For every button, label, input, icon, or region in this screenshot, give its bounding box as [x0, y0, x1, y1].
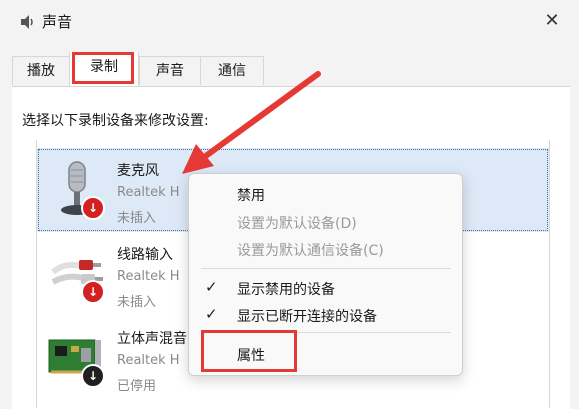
device-status: 已停用	[117, 379, 157, 394]
disconnected-badge-icon: ↓	[81, 280, 105, 304]
menu-item-label: 显示禁用的设备	[237, 282, 335, 298]
tab-communications[interactable]: 通信	[200, 56, 264, 85]
device-vendor: Realtek H	[117, 185, 180, 200]
device-name: 线路输入	[117, 247, 173, 263]
menu-item-show-disconnected[interactable]: ✓ 显示已断开连接的设备	[189, 301, 462, 329]
context-menu: 禁用 设置为默认设备(D) 设置为默认通信设备(C) ✓ 显示禁用的设备 ✓ 显…	[188, 173, 463, 376]
device-vendor: Realtek H	[117, 269, 180, 284]
disconnected-badge-icon: ↓	[81, 196, 105, 220]
checkmark-icon: ✓	[205, 305, 218, 323]
menu-separator	[201, 268, 451, 269]
tab-highlight-box	[72, 52, 134, 84]
disabled-badge-icon: ↓	[81, 364, 105, 388]
instruction-text: 选择以下录制设备来修改设置:	[22, 113, 209, 129]
device-status: 未插入	[117, 295, 157, 310]
device-vendor: Realtek H	[117, 353, 180, 368]
properties-highlight-box	[201, 330, 297, 372]
tab-sounds[interactable]: 声音	[139, 56, 201, 85]
menu-item-show-disabled[interactable]: ✓ 显示禁用的设备	[189, 274, 462, 302]
device-name: 立体声混音	[117, 331, 187, 347]
tab-playback[interactable]: 播放	[12, 56, 70, 85]
menu-item-label: 设置为默认设备(D)	[237, 216, 357, 232]
menu-item-set-default[interactable]: 设置为默认设备(D)	[189, 208, 462, 236]
menu-item-set-default-comm[interactable]: 设置为默认通信设备(C)	[189, 235, 462, 263]
menu-item-label: 禁用	[237, 188, 265, 204]
tab-recording[interactable]: 录制	[69, 52, 139, 86]
menu-item-label: 显示已断开连接的设备	[237, 309, 377, 325]
window-title: 声音	[42, 13, 73, 31]
device-name: 麦克风	[117, 163, 159, 179]
menu-item-disable[interactable]: 禁用	[189, 180, 462, 208]
close-button[interactable]: ✕	[539, 8, 565, 34]
menu-item-label: 设置为默认通信设备(C)	[237, 243, 384, 259]
checkmark-icon: ✓	[205, 278, 218, 296]
title-bar: 声音 ✕	[0, 0, 579, 44]
device-status: 未插入	[117, 211, 157, 226]
speaker-icon	[21, 15, 33, 29]
